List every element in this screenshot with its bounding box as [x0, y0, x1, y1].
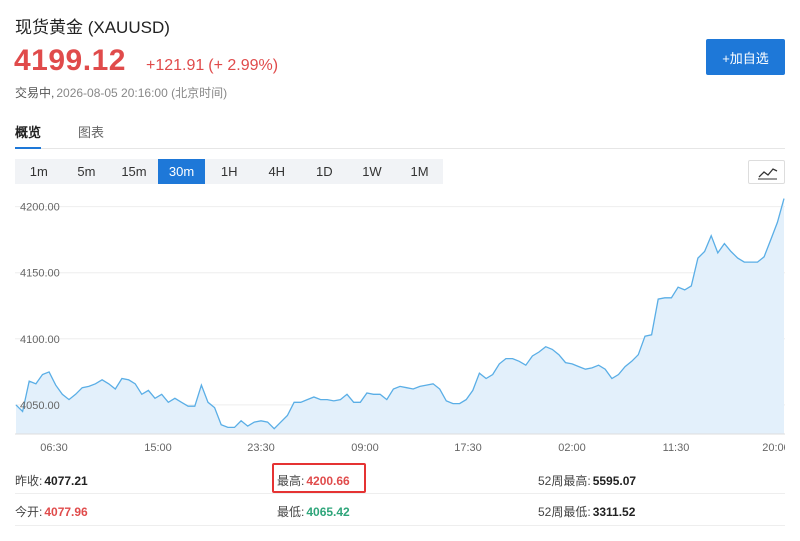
- x-tick-label: 23:30: [247, 442, 275, 454]
- stat-open: 今开: 4077.96: [15, 503, 88, 520]
- x-tick-label: 02:00: [558, 442, 586, 454]
- y-tick-label: 4050.00: [20, 400, 60, 412]
- x-tick-label: 17:30: [454, 442, 482, 454]
- stat-52w-low: 52周最低: 3311.52: [538, 503, 635, 520]
- interval-5m[interactable]: 5m: [63, 159, 111, 184]
- y-tick-label: 4150.00: [20, 268, 60, 280]
- interval-1m[interactable]: 1m: [15, 159, 63, 184]
- x-tick-label: 15:00: [144, 442, 172, 454]
- stat-label: 52周最高:: [538, 474, 591, 488]
- stats-panel: 昨收: 4077.21 今开: 4077.96 最高: 4200.66 最低: 4065…: [0, 462, 800, 532]
- stat-value: 3311.52: [592, 505, 636, 519]
- tab-chart[interactable]: 图表: [78, 122, 104, 147]
- stat-label: 今开:: [15, 505, 43, 519]
- stat-prev-close: 昨收: 4077.21: [15, 472, 88, 489]
- stat-value: 4077.96: [44, 505, 88, 519]
- interval-4h[interactable]: 4H: [253, 159, 301, 184]
- change-percent: (+ 2.99%): [208, 57, 279, 74]
- timestamp: 2026-08-05 20:16:00 (北京时间): [56, 86, 228, 100]
- stat-52w-high: 52周最高: 5595.07: [538, 472, 636, 489]
- stats-divider: [15, 493, 785, 494]
- trading-status: 交易中, 2026-08-05 20:16:00 (北京时间): [15, 84, 227, 101]
- instrument-title: 现货黄金 (XAUUSD): [15, 18, 170, 37]
- chart-svg: 4200.00 4150.00 4100.00 4050.00 06:30 15:00 23…: [15, 198, 790, 454]
- interval-15m[interactable]: 15m: [110, 159, 158, 184]
- interval-1mo[interactable]: 1M: [396, 159, 444, 184]
- tab-bar: 概览 图表: [15, 120, 785, 149]
- y-tick-label: 4200.00: [20, 202, 60, 214]
- interval-1w[interactable]: 1W: [348, 159, 396, 184]
- tab-overview[interactable]: 概览: [15, 122, 42, 149]
- current-price: 4199.12: [14, 44, 126, 77]
- y-tick-label: 4100.00: [20, 334, 60, 346]
- stat-label: 最低:: [277, 505, 305, 519]
- stat-label: 昨收:: [15, 474, 43, 488]
- stat-label: 52周最低:: [538, 505, 591, 519]
- x-tick-label: 11:30: [663, 442, 690, 454]
- interval-1d[interactable]: 1D: [301, 159, 349, 184]
- stat-value: 4077.21: [44, 474, 88, 488]
- line-chart-icon: [758, 168, 778, 180]
- x-tick-label: 09:00: [351, 442, 379, 454]
- x-tick-label: 06:30: [40, 442, 68, 454]
- chart-type-button[interactable]: [748, 160, 785, 184]
- price-chart[interactable]: 4200.00 4150.00 4100.00 4050.00 06:30 15:00 23…: [15, 196, 790, 458]
- stat-value: 5595.07: [592, 474, 637, 488]
- change-value: +121.91: [146, 57, 205, 74]
- stat-value: 4065.42: [306, 505, 350, 519]
- interval-1h[interactable]: 1H: [205, 159, 253, 184]
- price-area-fill: [16, 198, 784, 434]
- price-change: +121.91 (+ 2.99%): [146, 57, 278, 75]
- interval-selector: 1m 5m 15m 30m 1H 4H 1D 1W 1M: [15, 159, 444, 184]
- stat-low: 最低: 4065.42: [277, 503, 350, 520]
- x-tick-label: 20:00: [762, 442, 785, 454]
- status-text: 交易中,: [15, 86, 55, 100]
- add-watchlist-button[interactable]: +加自选: [706, 39, 785, 75]
- highlight-box: [272, 463, 366, 493]
- stats-divider: [15, 525, 785, 526]
- interval-30m[interactable]: 30m: [157, 159, 206, 184]
